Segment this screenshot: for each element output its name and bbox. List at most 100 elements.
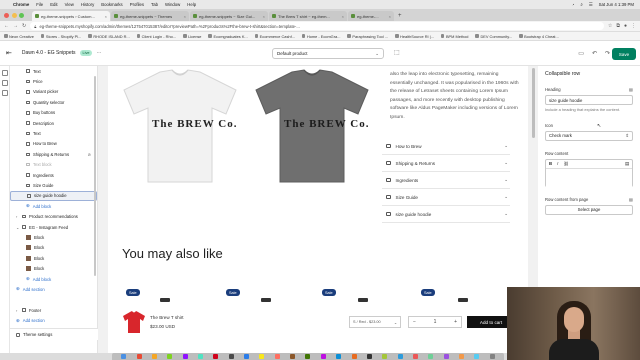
accordion-how-to-brew[interactable]: How to Brew ⌄	[382, 138, 510, 155]
new-tab-icon[interactable]: +	[398, 11, 402, 21]
menu-help[interactable]: Help	[187, 2, 196, 7]
browser-tab[interactable]: The Brew T shirt ~ eg-them... ×	[269, 11, 347, 21]
bold-button[interactable]: B	[549, 161, 552, 166]
theme-actions-icon[interactable]: ···	[96, 50, 101, 56]
sidebar-item-shipping-returns[interactable]: Shipping & Returns ⊘	[10, 149, 97, 159]
bookmark-item[interactable]: RHODE ISLAND R...	[88, 34, 130, 39]
app-icon[interactable]	[228, 354, 234, 359]
bookmark-item[interactable]: BPM Method	[440, 34, 468, 39]
app-icon[interactable]	[167, 354, 173, 359]
theme-settings-button[interactable]: Theme settings	[10, 328, 98, 340]
close-tab-icon[interactable]: ×	[103, 14, 107, 19]
minus-icon[interactable]: −	[413, 319, 416, 325]
app-icon[interactable]	[459, 354, 465, 359]
app-icon[interactable]	[320, 354, 326, 359]
app-icon[interactable]	[305, 354, 311, 359]
close-tab-icon[interactable]: ×	[340, 14, 344, 19]
quantity-stepper[interactable]: − 1 +	[408, 316, 462, 328]
app-icon[interactable]	[413, 354, 418, 359]
save-button[interactable]: Save	[612, 48, 636, 60]
app-icon[interactable]	[244, 354, 250, 359]
template-select[interactable]: Default product ⌄	[272, 48, 384, 59]
app-icon[interactable]	[213, 354, 219, 359]
dynamic-source-icon[interactable]: ▤	[629, 87, 633, 92]
eye-hidden-icon[interactable]: ⊘	[88, 152, 91, 157]
sidebar-item-quantity-selector[interactable]: Quantity selector	[10, 97, 97, 107]
accordion-size-guide[interactable]: Size Guide ⌄	[382, 189, 510, 206]
sticky-variant-select[interactable]: S / Red - $23.00 ⌄	[349, 316, 401, 328]
plus-icon[interactable]: +	[454, 319, 457, 325]
bookmark-item[interactable]: Ecommerce Cashf...	[254, 34, 295, 39]
extensions-icon[interactable]: ⧉	[616, 23, 620, 29]
app-icon[interactable]	[382, 354, 388, 359]
browser-tab[interactable]: eg-theme-... ×	[348, 11, 394, 21]
browser-tab[interactable]: eg-theme-snippets › Custom... ×	[32, 11, 110, 21]
sidebar-item-buy-buttons[interactable]: Buy buttons	[10, 108, 97, 118]
sidebar-item-block[interactable]: Block	[10, 243, 97, 253]
row-content-editor[interactable]: B I ⛓ ▤	[545, 158, 633, 187]
app-icon[interactable]	[351, 354, 357, 359]
menu-clock[interactable]: Sat Jun 4 1:39 PM	[599, 2, 634, 7]
sidebar-section-instagram-feed[interactable]: ⌄ EG - Instagram Feed	[10, 222, 97, 232]
recommended-product-name[interactable]: The Brew T shirt	[150, 315, 184, 320]
bookmark-item[interactable]: HealthSource RI |...	[395, 34, 434, 39]
bookmark-item[interactable]: Ecomgraduates K...	[208, 34, 248, 39]
theme-settings-icon[interactable]	[2, 80, 8, 86]
accordion-shipping-returns[interactable]: Shipping & Returns ⌄	[382, 155, 510, 172]
forward-icon[interactable]: →	[13, 23, 18, 29]
sidebar-section-footer[interactable]: › Footer	[10, 305, 97, 315]
app-icon[interactable]	[397, 354, 403, 359]
product-thumbnail[interactable]	[261, 298, 271, 302]
bookmark-item[interactable]: Stores - Shopify Pl...	[40, 34, 81, 39]
menu-bookmarks[interactable]: Bookmarks	[101, 2, 123, 7]
sidebar-item-description[interactable]: Description	[10, 118, 97, 128]
menu-app-name[interactable]: Chrome	[13, 2, 29, 7]
bookmark-item[interactable]: Paraphrasing Tool ...	[347, 34, 388, 39]
sidebar-item-text[interactable]: Text	[10, 128, 97, 138]
add-block-button[interactable]: ⊕ Add block	[10, 201, 97, 211]
close-window-icon[interactable]	[4, 12, 9, 18]
app-icon[interactable]	[151, 354, 157, 359]
accordion-size-guide-hoodie[interactable]: size guide hoodie ⌄	[382, 206, 510, 223]
sidebar-item-ingredients[interactable]: Ingredients	[10, 170, 97, 180]
sidebar-section-product-recommendations[interactable]: › Product recommendations	[10, 211, 97, 221]
wifi-icon[interactable]: ◔	[572, 2, 575, 7]
quantity-value[interactable]: 1	[434, 319, 437, 325]
browser-tab[interactable]: eg-theme-snippets ~ Themes ×	[111, 11, 189, 21]
menu-history[interactable]: History	[81, 2, 94, 7]
bookmark-item[interactable]: Neon Creative	[4, 34, 34, 39]
sidebar-item-block[interactable]: Block	[10, 253, 97, 263]
app-icon[interactable]	[336, 354, 342, 359]
icon-select[interactable]: Check mark ⇕	[545, 130, 633, 141]
product-thumbnail[interactable]	[458, 298, 468, 302]
insert-dynamic-source-icon[interactable]: ▤	[625, 161, 629, 167]
close-tab-icon[interactable]: ×	[261, 14, 265, 19]
sidebar-item-price[interactable]: Price	[10, 76, 97, 86]
sidebar-item-size-guide-hoodie[interactable]: size guide hoodie	[10, 190, 97, 202]
sidebar-item-variant-picker[interactable]: Variant picker	[10, 87, 97, 97]
finder-icon[interactable]	[121, 354, 127, 359]
sidebar-scrollbar[interactable]	[94, 76, 96, 276]
app-icon[interactable]	[290, 354, 296, 359]
redo-icon[interactable]: ↷	[605, 50, 610, 57]
bookmark-star-icon[interactable]: ☆	[608, 23, 612, 29]
zoom-window-icon[interactable]	[19, 12, 24, 18]
red-tshirt-image[interactable]	[122, 311, 146, 333]
app-icon[interactable]	[182, 354, 188, 359]
bookmark-item[interactable]: Home - EcomGra...	[301, 34, 340, 39]
add-section-button[interactable]: ⊕ Add section	[10, 315, 97, 325]
select-page-button[interactable]: Select page	[545, 204, 633, 215]
sidebar-item-text-block[interactable]: Text block	[10, 160, 97, 170]
menu-window[interactable]: Window	[165, 2, 180, 7]
app-icon[interactable]	[259, 354, 265, 359]
control-center-icon[interactable]: ☰	[589, 2, 593, 8]
app-icon[interactable]	[274, 354, 280, 359]
sidebar-item-block[interactable]: Block	[10, 232, 97, 242]
sidebar-item-size-guide[interactable]: Size Guide	[10, 180, 97, 190]
apps-icon[interactable]	[2, 90, 8, 96]
app-icon[interactable]	[474, 354, 480, 359]
add-section-button[interactable]: ⊕ Add section	[10, 284, 97, 294]
product-thumbnail[interactable]	[160, 298, 170, 302]
browser-menu-icon[interactable]: ⋮	[631, 23, 636, 29]
menu-file[interactable]: File	[36, 2, 43, 7]
